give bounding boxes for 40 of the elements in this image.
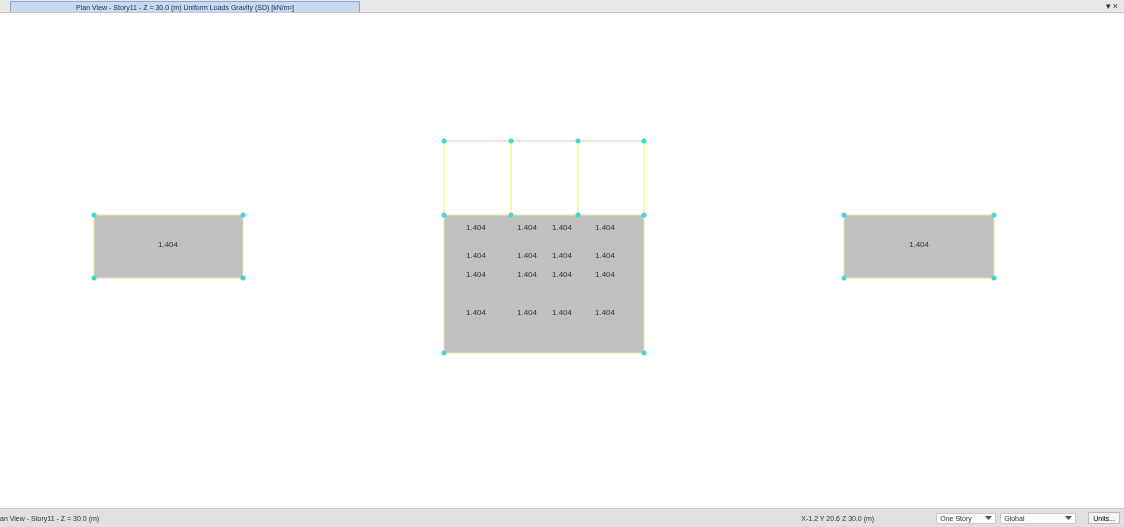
joint-node [240, 275, 246, 281]
load-value: 1.404 [466, 251, 486, 260]
joint-node [240, 212, 246, 218]
caret-icon [1065, 516, 1073, 520]
load-value: 1.404 [552, 270, 572, 279]
joint-node [441, 350, 447, 356]
joint-node [991, 275, 997, 281]
joint-node [641, 138, 647, 144]
joint-node [641, 350, 647, 356]
caret-icon [985, 516, 993, 520]
load-value: 1.404 [552, 223, 572, 232]
joint-node [575, 138, 581, 144]
joint-node [841, 275, 847, 281]
joint-node [91, 212, 97, 218]
load-value: 1.404 [552, 308, 572, 317]
load-value: 1.404 [466, 223, 486, 232]
load-value: 1.404 [517, 308, 537, 317]
load-value: 1.404 [595, 251, 615, 260]
window-control-button[interactable]: × [1112, 1, 1118, 11]
joint-node [508, 212, 514, 218]
joint-node [508, 138, 514, 144]
joint-node [991, 212, 997, 218]
load-value: 1.404 [909, 240, 929, 249]
joint-node [575, 212, 581, 218]
joint-node [91, 275, 97, 281]
load-value: 1.404 [517, 223, 537, 232]
load-value: 1.404 [158, 240, 178, 249]
load-value: 1.404 [517, 270, 537, 279]
load-value: 1.404 [595, 270, 615, 279]
joint-node [441, 212, 447, 218]
load-value: 1.404 [466, 270, 486, 279]
load-value: 1.404 [595, 308, 615, 317]
window-control-button[interactable]: ▾ [1105, 1, 1111, 11]
load-value: 1.404 [552, 251, 572, 260]
joint-node [441, 138, 447, 144]
joint-node [641, 212, 647, 218]
load-value: 1.404 [517, 251, 537, 260]
load-value: 1.404 [595, 223, 615, 232]
load-value: 1.404 [466, 308, 486, 317]
joint-node [841, 212, 847, 218]
